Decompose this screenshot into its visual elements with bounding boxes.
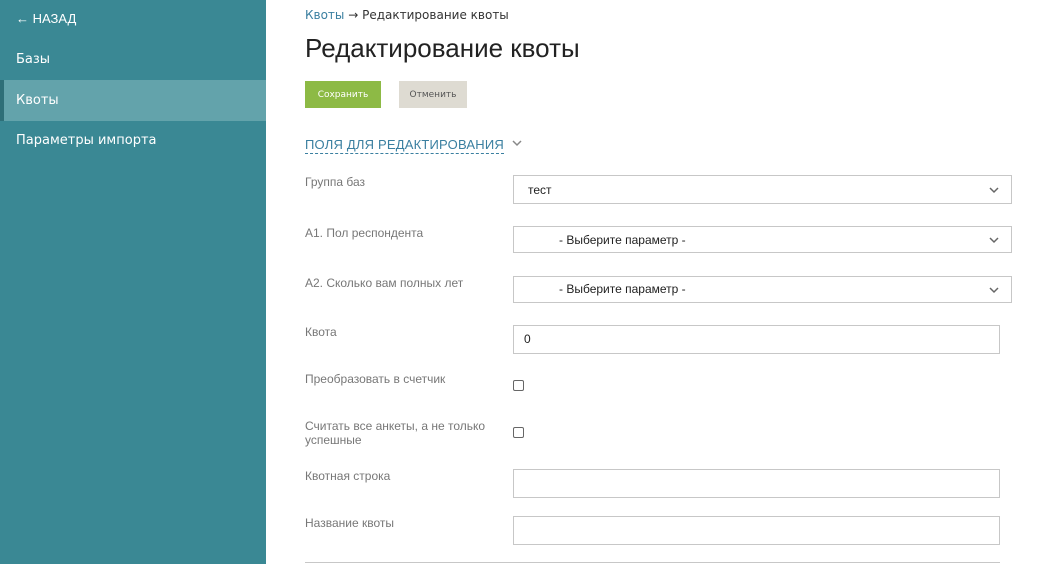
base-group-select[interactable]: тест: [513, 175, 1012, 204]
cancel-button[interactable]: Отменить: [399, 81, 467, 108]
gender-select[interactable]: - Выберите параметр -: [513, 226, 1012, 253]
breadcrumb-separator: →: [348, 8, 359, 22]
convert-counter-label: Преобразовать в счетчик: [305, 372, 446, 386]
quota-string-input[interactable]: [513, 469, 1000, 498]
base-group-value: тест: [528, 183, 552, 197]
base-group-label: Группа баз: [305, 175, 366, 189]
divider: [305, 562, 1000, 563]
count-all-label: Считать все анкеты, а не только успешные: [305, 419, 486, 447]
breadcrumb: Квоты → Редактирование квоты: [305, 8, 509, 22]
age-value: - Выберите параметр -: [559, 282, 686, 296]
page-title: Редактирование квоты: [305, 33, 580, 63]
sidebar-item-quotas[interactable]: Квоты: [0, 80, 266, 121]
count-all-checkbox[interactable]: [513, 427, 524, 438]
breadcrumb-current: Редактирование квоты: [362, 8, 509, 22]
sidebar-item-import-params[interactable]: Параметры импорта: [0, 120, 266, 161]
chevron-down-icon: [989, 187, 999, 194]
editable-fields-toggle-label: ПОЛЯ ДЛЯ РЕДАКТИРОВАНИЯ: [305, 137, 504, 154]
quota-string-label: Квотная строка: [305, 469, 391, 483]
breadcrumb-quotas-link[interactable]: Квоты: [305, 8, 344, 22]
quota-name-input[interactable]: [513, 516, 1000, 545]
back-link[interactable]: ← НАЗАД: [16, 11, 76, 26]
quota-input[interactable]: 0: [513, 325, 1000, 354]
chevron-down-icon: [512, 140, 522, 147]
editable-fields-toggle[interactable]: ПОЛЯ ДЛЯ РЕДАКТИРОВАНИЯ: [305, 134, 522, 154]
quota-name-label: Название квоты: [305, 516, 394, 530]
gender-label: А1. Пол респондента: [305, 226, 424, 240]
age-select[interactable]: - Выберите параметр -: [513, 276, 1012, 303]
save-button[interactable]: Сохранить: [305, 81, 381, 108]
sidebar: ← НАЗАД Базы Квоты Параметры импорта: [0, 0, 266, 564]
sidebar-item-bases[interactable]: Базы: [0, 39, 266, 80]
convert-counter-checkbox[interactable]: [513, 380, 524, 391]
age-label: А2. Сколько вам полных лет: [305, 276, 464, 290]
chevron-down-icon: [989, 287, 999, 294]
gender-value: - Выберите параметр -: [559, 233, 686, 247]
quota-label: Квота: [305, 325, 337, 339]
chevron-down-icon: [989, 237, 999, 244]
